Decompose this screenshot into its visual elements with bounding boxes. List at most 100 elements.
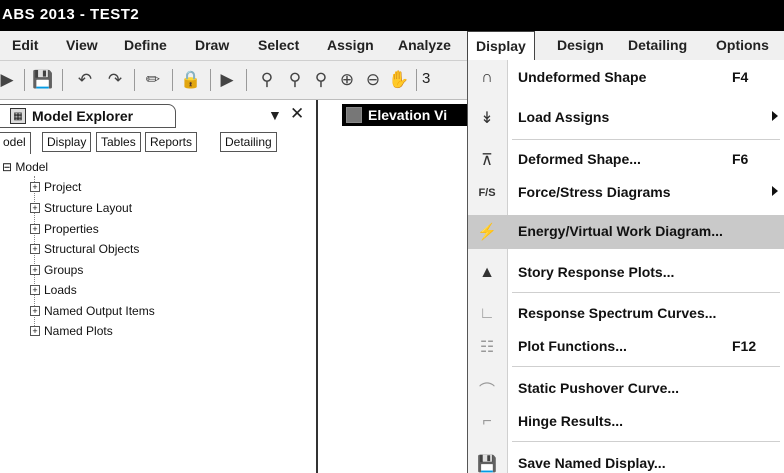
toolbar-separator	[172, 69, 173, 91]
menu-detailing[interactable]: Detailing	[628, 37, 687, 53]
tab-tables[interactable]: Tables	[96, 132, 141, 152]
menu-item-energy-virtual-work[interactable]: ⚡ Energy/Virtual Work Diagram...	[468, 215, 784, 249]
menu-item-hinge-results[interactable]: ⌐ Hinge Results...	[468, 405, 784, 439]
menu-item-label: Force/Stress Diagrams	[518, 184, 671, 200]
elevation-view-tab[interactable]: Elevation Vi	[342, 104, 468, 126]
tree-item-named-plots[interactable]: + Named Plots	[30, 324, 113, 338]
expand-icon[interactable]: +	[30, 182, 40, 192]
save-icon[interactable]: 💾	[32, 69, 54, 91]
tree-item-label: Properties	[44, 222, 99, 236]
tree-item-project[interactable]: + Project	[30, 180, 81, 194]
menu-item-label: Plot Functions...	[518, 338, 627, 354]
expand-icon[interactable]: +	[30, 244, 40, 254]
pencil-icon[interactable]: ✏	[142, 69, 164, 91]
menu-item-plot-functions[interactable]: ☷ Plot Functions... F12	[468, 330, 784, 364]
zoom-window-icon[interactable]: ⚲	[256, 69, 278, 91]
undo-icon[interactable]: ↶	[74, 69, 96, 91]
tree-root-label: Model	[15, 160, 49, 174]
redo-icon[interactable]: ↷	[104, 69, 126, 91]
tree-item-label: Groups	[44, 263, 84, 277]
menu-edit[interactable]: Edit	[12, 37, 38, 53]
menu-item-static-pushover-curve[interactable]: ⌒ Static Pushover Curve...	[468, 372, 784, 406]
menu-design[interactable]: Design	[557, 37, 604, 53]
tree-item-loads[interactable]: + Loads	[30, 283, 77, 297]
zoom-previous-icon[interactable]: ⚲	[310, 69, 332, 91]
submenu-arrow-icon	[772, 111, 778, 121]
tree-item-groups[interactable]: + Groups	[30, 263, 83, 277]
menu-item-save-named-display[interactable]: 💾 Save Named Display...	[468, 447, 784, 473]
menu-item-deformed-shape[interactable]: ⊼ Deformed Shape... F6	[468, 143, 784, 177]
explorer-title-tab[interactable]: ▦ Model Explorer	[0, 104, 176, 128]
toolbar-separator	[62, 69, 63, 91]
tree-item-label: Named Plots	[44, 324, 113, 338]
expand-icon[interactable]: +	[30, 203, 40, 213]
tree-item-label: Structure Layout	[44, 201, 133, 215]
tree-root[interactable]: ⊟ Model	[2, 160, 48, 174]
explorer-header: ▦ Model Explorer ▼ ✕	[0, 104, 318, 128]
tree-item-named-output-items[interactable]: + Named Output Items	[30, 304, 155, 318]
tab-reports[interactable]: Reports	[145, 132, 198, 152]
menu-assign[interactable]: Assign	[327, 37, 374, 53]
menu-item-force-stress-diagrams[interactable]: F/S Force/Stress Diagrams	[468, 176, 784, 210]
expand-icon[interactable]: +	[30, 285, 40, 295]
dropdown-arrow-icon[interactable]: ▼	[268, 107, 282, 123]
story-response-icon: ▲	[479, 264, 495, 281]
menu-select[interactable]: Select	[258, 37, 299, 53]
run-icon[interactable]: ▶	[216, 69, 238, 91]
menu-item-label: Hinge Results...	[518, 413, 624, 429]
force-stress-icon: F/S	[478, 187, 496, 199]
explorer-tabs: odel Display Tables Reports Detailing	[0, 132, 318, 154]
response-spectrum-icon: ∟	[479, 305, 495, 322]
menu-item-label: Energy/Virtual Work Diagram...	[518, 223, 723, 239]
hinge-results-icon: ⌐	[482, 413, 492, 430]
tab-display[interactable]: Display	[42, 132, 92, 152]
menu-display[interactable]: Display	[467, 31, 535, 62]
menu-item-response-spectrum-curves[interactable]: ∟ Response Spectrum Curves...	[468, 297, 784, 331]
zoom-out-icon[interactable]: ⊖	[362, 69, 384, 91]
menu-item-shortcut: F12	[732, 338, 757, 354]
tree-item-properties[interactable]: + Properties	[30, 222, 99, 236]
menu-item-label: Static Pushover Curve...	[518, 380, 680, 396]
close-icon[interactable]: ✕	[290, 104, 304, 124]
menu-item-label: Load Assigns	[518, 109, 610, 125]
menu-view[interactable]: View	[66, 37, 98, 53]
menu-draw[interactable]: Draw	[195, 37, 229, 53]
pan-icon[interactable]: ✋	[388, 69, 410, 91]
toolbar-separator	[134, 69, 135, 91]
arrow-icon[interactable]: ▶	[0, 69, 18, 91]
lock-icon[interactable]: 🔒	[180, 69, 202, 91]
tab-model[interactable]: odel	[0, 132, 31, 154]
tree-item-structure-layout[interactable]: + Structure Layout	[30, 201, 132, 215]
save-named-display-icon: 💾	[477, 456, 497, 473]
menu-item-shortcut: F4	[732, 69, 749, 85]
expand-icon[interactable]: +	[30, 306, 40, 316]
menu-item-label: Story Response Plots...	[518, 264, 675, 280]
toolbar-separator	[416, 69, 417, 91]
menu-options[interactable]: Options	[716, 37, 769, 53]
submenu-arrow-icon	[772, 186, 778, 196]
model-explorer-icon: ▦	[10, 108, 26, 124]
menu-item-load-assigns[interactable]: ↡ Load Assigns	[468, 101, 784, 135]
model-explorer: ▦ Model Explorer ▼ ✕ odel Display Tables…	[0, 100, 318, 473]
zoom-in-icon[interactable]: ⊕	[336, 69, 358, 91]
menu-define[interactable]: Define	[124, 37, 167, 53]
menu-item-shortcut: F6	[732, 151, 749, 167]
tree-item-structural-objects[interactable]: + Structural Objects	[30, 242, 139, 256]
menu-item-undeformed-shape[interactable]: ∩ Undeformed Shape F4	[468, 61, 784, 95]
tab-detailing[interactable]: Detailing	[220, 132, 277, 152]
expand-icon[interactable]: +	[30, 326, 40, 336]
menu-bar: Edit View Define Draw Select Assign Anal…	[0, 31, 784, 62]
menu-item-story-response-plots[interactable]: ▲ Story Response Plots...	[468, 256, 784, 290]
expand-icon[interactable]: +	[30, 224, 40, 234]
toolbar-separator	[210, 69, 211, 91]
zoom-restore-icon[interactable]: ⚲	[284, 69, 306, 91]
menu-analyze[interactable]: Analyze	[398, 37, 451, 53]
tree-item-label: Loads	[44, 283, 77, 297]
toolbar-3d-label[interactable]: 3	[422, 70, 430, 87]
deformed-shape-icon: ⊼	[481, 152, 493, 169]
toolbar-separator	[246, 69, 247, 91]
collapse-icon[interactable]: ⊟	[2, 160, 12, 174]
tree-item-label: Named Output Items	[44, 304, 155, 318]
tree-item-label: Project	[44, 180, 82, 194]
expand-icon[interactable]: +	[30, 265, 40, 275]
